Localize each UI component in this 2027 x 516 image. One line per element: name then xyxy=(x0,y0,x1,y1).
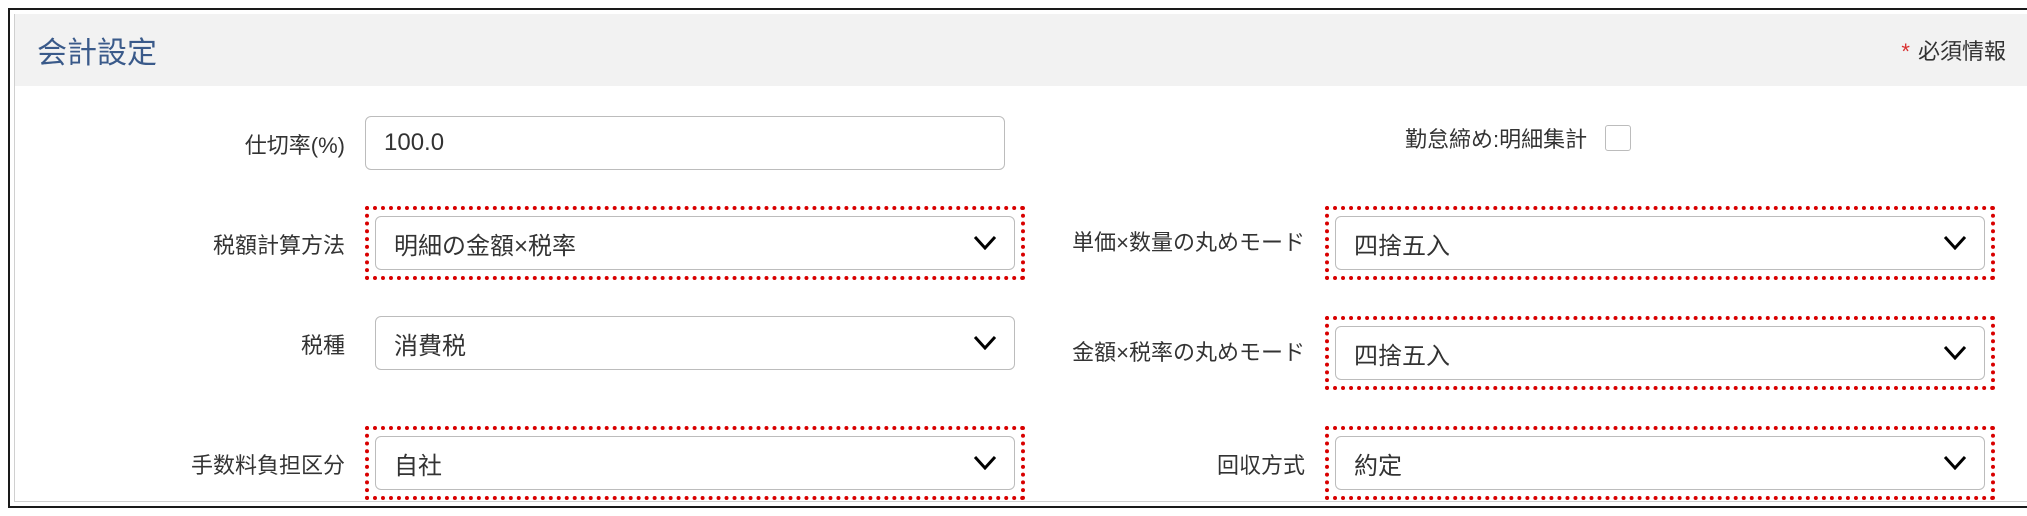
tax-calc-method-value: 明細の金額×税率 xyxy=(394,226,576,261)
group-collection-method: 回収方式 約定 xyxy=(1025,426,2018,500)
group-attendance-closing: 勤怠締め:明細集計 xyxy=(1025,116,2018,154)
required-asterisk-icon: * xyxy=(1901,39,1910,64)
highlight-fee-burden: 自社 xyxy=(365,426,1025,500)
tax-type-select[interactable]: 消費税 xyxy=(375,316,1015,370)
amount-tax-rounding-select[interactable]: 四捨五入 xyxy=(1335,326,1985,380)
label-tax-type: 税種 xyxy=(25,325,365,362)
group-tax-type: 税種 消費税 xyxy=(25,316,1025,370)
fee-burden-select[interactable]: 自社 xyxy=(375,436,1015,490)
label-amount-tax-rounding: 金額×税率の丸めモード xyxy=(1025,338,1325,369)
form-row-3: 税種 消費税 金額×税率の丸めモード xyxy=(25,316,2018,390)
partition-rate-input[interactable] xyxy=(365,116,1005,170)
group-fee-burden: 手数料負担区分 自社 xyxy=(25,426,1025,500)
chevron-down-icon xyxy=(974,236,996,250)
label-tax-calc-method: 税額計算方法 xyxy=(25,225,365,262)
chevron-down-icon xyxy=(1944,236,1966,250)
required-info: * 必須情報 xyxy=(1901,34,2006,66)
fee-burden-value: 自社 xyxy=(394,446,442,481)
group-unit-qty-rounding: 単価×数量の丸めモード 四捨五入 xyxy=(1025,206,2018,280)
collection-method-select[interactable]: 約定 xyxy=(1335,436,1985,490)
chevron-down-icon xyxy=(974,456,996,470)
group-partition-rate: 仕切率(%) xyxy=(25,116,1025,170)
form-row-2: 税額計算方法 明細の金額×税率 単価×数量の丸めモ xyxy=(25,206,2018,280)
tax-calc-method-select[interactable]: 明細の金額×税率 xyxy=(375,216,1015,270)
chevron-down-icon xyxy=(1944,346,1966,360)
panel-header: 会計設定 * 必須情報 xyxy=(15,14,2027,86)
form-row-1: 仕切率(%) 勤怠締め:明細集計 xyxy=(25,116,2018,170)
unit-qty-rounding-value: 四捨五入 xyxy=(1354,226,1450,261)
label-unit-qty-rounding: 単価×数量の丸めモード xyxy=(1025,228,1325,259)
attendance-closing-row: 勤怠締め:明細集計 xyxy=(1405,116,1631,154)
collection-method-value: 約定 xyxy=(1354,446,1402,481)
label-collection-method: 回収方式 xyxy=(1025,445,1325,482)
control-partition-rate xyxy=(365,116,1025,170)
highlight-collection-method: 約定 xyxy=(1325,426,1995,500)
highlight-amount-tax-rounding: 四捨五入 xyxy=(1325,316,1995,390)
form-body: 仕切率(%) 勤怠締め:明細集計 税額計算方法 xyxy=(15,86,2027,502)
panel: 会計設定 * 必須情報 仕切率(%) 勤怠締め:明細集計 xyxy=(14,14,2027,502)
form-row-4: 手数料負担区分 自社 回収方式 xyxy=(25,426,2018,500)
chevron-down-icon xyxy=(974,336,996,350)
required-label: 必須情報 xyxy=(1918,39,2006,64)
panel-title: 会計設定 xyxy=(37,28,157,72)
attendance-closing-checkbox[interactable] xyxy=(1605,125,1631,151)
highlight-unit-qty-rounding: 四捨五入 xyxy=(1325,206,1995,280)
group-amount-tax-rounding: 金額×税率の丸めモード 四捨五入 xyxy=(1025,316,2018,390)
unit-qty-rounding-select[interactable]: 四捨五入 xyxy=(1335,216,1985,270)
amount-tax-rounding-value: 四捨五入 xyxy=(1354,336,1450,371)
label-attendance-closing: 勤怠締め:明細集計 xyxy=(1405,122,1587,154)
chevron-down-icon xyxy=(1944,456,1966,470)
label-partition-rate: 仕切率(%) xyxy=(25,125,365,162)
label-fee-burden: 手数料負担区分 xyxy=(25,445,365,482)
outer-frame: 会計設定 * 必須情報 仕切率(%) 勤怠締め:明細集計 xyxy=(8,8,2027,508)
group-tax-calc-method: 税額計算方法 明細の金額×税率 xyxy=(25,206,1025,280)
highlight-tax-calc-method: 明細の金額×税率 xyxy=(365,206,1025,280)
tax-type-value: 消費税 xyxy=(394,326,466,361)
